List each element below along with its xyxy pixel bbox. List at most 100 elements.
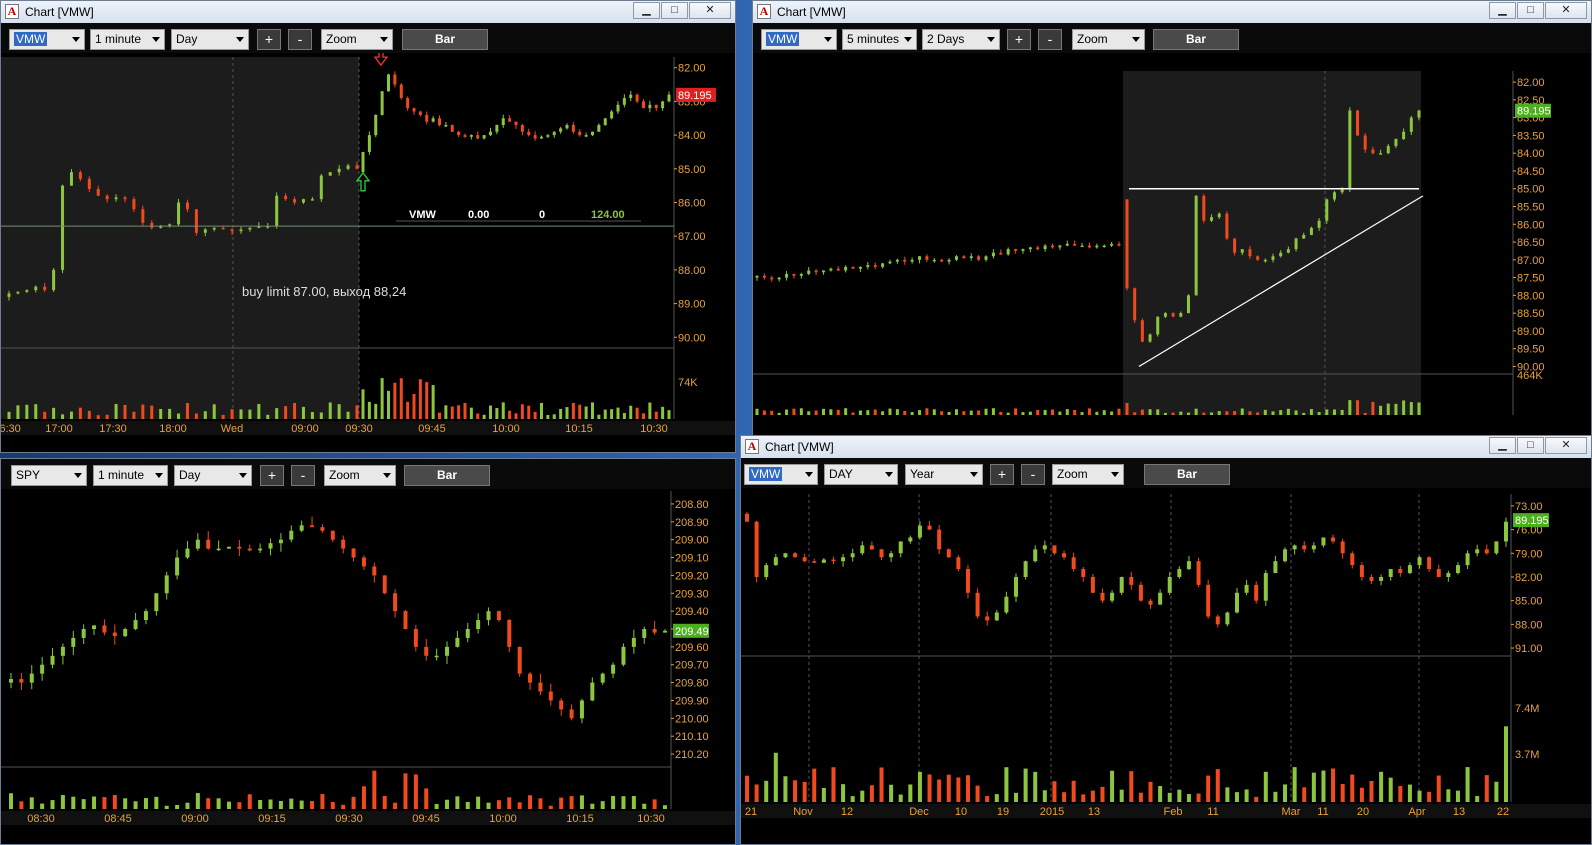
chevron-down-icon: [885, 472, 893, 477]
zoom-in-button[interactable]: +: [990, 464, 1014, 485]
zoom-dropdown[interactable]: Zoom: [1072, 29, 1145, 50]
zoom-dropdown[interactable]: Zoom: [1052, 464, 1124, 485]
x-tick-label: 17:30: [99, 423, 127, 435]
volume-bar: [621, 796, 626, 809]
interval-dropdown[interactable]: 1 minute: [93, 465, 168, 486]
price-chart[interactable]: 90.0089.5089.0088.5088.0087.5087.0086.50…: [753, 53, 1592, 437]
zoom-in-button[interactable]: +: [1007, 29, 1031, 50]
price-chart[interactable]: 210.20 210.10 210.00 209.90 209.80 209.70 209.…: [1, 489, 736, 845]
candle-body: [1167, 576, 1172, 593]
candle-body: [71, 637, 76, 647]
volume-bar: [399, 378, 403, 419]
maximize-button[interactable]: □: [661, 2, 688, 19]
range-dropdown[interactable]: Day: [174, 465, 252, 486]
bar-style-button[interactable]: Bar: [1144, 464, 1230, 485]
volume-bar: [293, 402, 297, 419]
candle-body: [799, 274, 803, 276]
volume-bar: [351, 796, 356, 809]
candle-body: [1028, 247, 1032, 250]
minimize-button[interactable]: ▁: [1489, 437, 1516, 454]
volume-bar: [538, 798, 543, 809]
zoom-dropdown[interactable]: Zoom: [321, 29, 393, 50]
candle-body: [438, 118, 441, 126]
zoom-out-button[interactable]: -: [1038, 29, 1062, 50]
volume-bar: [19, 801, 24, 809]
chart-toolbar: VMW 1 minute Day + - Zoom Bar: [1, 23, 735, 53]
chevron-down-icon: [1111, 472, 1119, 477]
candle-body: [1273, 561, 1278, 574]
volume-bar: [1194, 408, 1198, 415]
volume-bar: [275, 408, 279, 419]
bar-style-button[interactable]: Bar: [404, 465, 490, 486]
volume-bar: [785, 409, 789, 415]
volume-bar: [444, 405, 448, 419]
candle-body: [1021, 249, 1025, 251]
minimize-button[interactable]: ▁: [1489, 2, 1516, 19]
candle-body: [96, 189, 100, 196]
minimize-button[interactable]: ▁: [633, 2, 660, 19]
volume-bar: [1014, 792, 1019, 802]
window-titlebar[interactable]: A Chart [VMW] ▁ □ ✕: [753, 1, 1591, 23]
zoom-out-button[interactable]: -: [291, 465, 315, 486]
zoom-dropdown[interactable]: Zoom: [324, 465, 396, 486]
volume-bar: [7, 411, 11, 419]
candle-body: [1140, 320, 1144, 342]
zoom-in-button[interactable]: +: [260, 465, 284, 486]
volume-bar: [1036, 409, 1040, 415]
volume-bar: [1090, 790, 1095, 802]
x-tick-label: 12: [841, 806, 853, 818]
interval-dropdown[interactable]: 1 minute: [90, 29, 165, 50]
candle-body: [629, 94, 633, 99]
range-dropdown[interactable]: Day: [171, 29, 249, 50]
maximize-button[interactable]: □: [1517, 2, 1544, 19]
window-title: Chart [VMW]: [777, 5, 846, 19]
price-chart[interactable]: 91.0088.0085.0082.0079.0076.0073.007.4M3…: [741, 488, 1592, 845]
volume-bar: [667, 410, 671, 419]
candle-body: [508, 118, 512, 122]
range-dropdown[interactable]: 2 Days: [922, 29, 1000, 50]
symbol-dropdown[interactable]: VMW: [744, 464, 818, 485]
interval-dropdown[interactable]: DAY: [824, 464, 898, 485]
candle-body: [814, 270, 818, 273]
candle-body: [293, 199, 297, 203]
candle-body: [507, 620, 512, 647]
candle-body: [372, 566, 377, 576]
volume-bar: [1125, 402, 1129, 415]
zoom-out-button[interactable]: -: [1021, 464, 1045, 485]
candle-body: [908, 537, 913, 542]
candle-body: [444, 125, 448, 127]
volume-bar: [424, 788, 429, 809]
volume-bar: [881, 411, 885, 415]
symbol-dropdown[interactable]: VMW: [761, 29, 837, 50]
symbol-dropdown[interactable]: SPY: [11, 465, 87, 486]
symbol-dropdown[interactable]: VMW: [9, 29, 85, 50]
price-chart[interactable]: 90.0089.0088.0087.0086.0085.0084.0083.00…: [1, 53, 736, 453]
volume-bar: [1484, 775, 1489, 802]
bar-style-button[interactable]: Bar: [402, 29, 488, 50]
window-titlebar[interactable]: A Chart [VMW] ▁ □ ✕: [741, 436, 1591, 458]
interval-dropdown[interactable]: 5 minutes: [842, 29, 917, 50]
candle-body: [1388, 569, 1393, 577]
volume-tick-label: 7.4M: [1515, 703, 1539, 715]
maximize-button[interactable]: □: [1517, 437, 1544, 454]
volume-bar: [175, 804, 180, 809]
volume-bar: [635, 407, 639, 419]
zoom-in-button[interactable]: +: [257, 29, 281, 50]
window-titlebar[interactable]: A Chart [VMW] ▁ □ ✕: [1, 1, 735, 23]
volume-bar: [762, 410, 766, 415]
y-tick-label: 209.70: [675, 660, 709, 672]
volume-bar: [431, 385, 435, 419]
volume-bar: [879, 767, 884, 802]
zoom-out-button[interactable]: -: [288, 29, 312, 50]
candle-body: [185, 548, 190, 558]
volume-bar: [1148, 781, 1153, 802]
close-button[interactable]: ✕: [689, 2, 731, 19]
candle-body: [1006, 249, 1010, 255]
volume-bar: [508, 410, 512, 419]
range-dropdown[interactable]: Year: [905, 464, 983, 485]
bar-style-button[interactable]: Bar: [1153, 29, 1239, 50]
close-button[interactable]: ✕: [1545, 437, 1587, 454]
volume-bar: [985, 796, 990, 802]
volume-bar: [600, 801, 605, 809]
close-button[interactable]: ✕: [1545, 2, 1587, 19]
